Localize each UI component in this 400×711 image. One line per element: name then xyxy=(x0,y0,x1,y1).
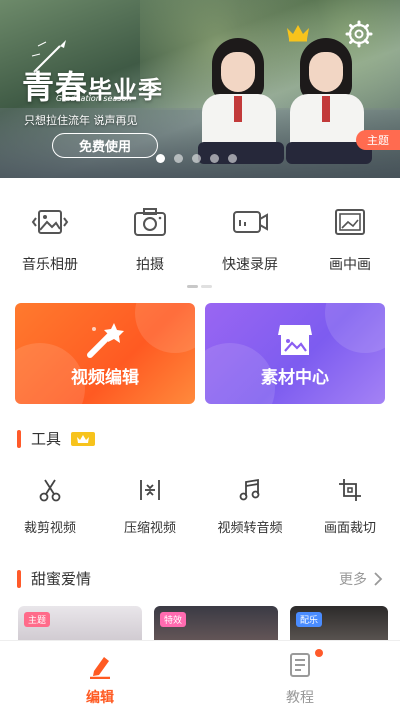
carousel-dot[interactable] xyxy=(210,154,219,163)
banner-english-subtitle: Graduation season xyxy=(56,94,132,103)
sweet-section-header: 甜蜜爱情 xyxy=(17,568,91,589)
sweet-section-title: 甜蜜爱情 xyxy=(31,570,92,588)
quick-label: 画中画 xyxy=(329,257,371,273)
tool-label: 压缩视频 xyxy=(123,521,176,536)
template-tag: 配乐 xyxy=(296,612,323,627)
template-tag: 特效 xyxy=(160,612,187,627)
more-label: 更多 xyxy=(339,572,367,588)
nav-tutorial[interactable]: 教程 xyxy=(200,641,400,711)
quick-pip[interactable]: 画中画 xyxy=(300,196,400,276)
photo-album-icon xyxy=(31,210,69,234)
quick-music-album[interactable]: 音乐相册 xyxy=(0,196,100,276)
quick-label: 快速录屏 xyxy=(222,257,278,273)
section-marker xyxy=(17,429,21,448)
magic-wand-icon xyxy=(87,323,124,358)
vip-crown-badge xyxy=(71,431,96,446)
banner-subtitle: 只想拉住流年 说声再见 xyxy=(24,114,138,127)
tools-grid: 裁剪视频 压缩视频 视频转音频 画面裁切 xyxy=(0,477,400,536)
banner-person-right xyxy=(282,38,372,168)
bottom-navigation: 编辑 教程 xyxy=(0,640,400,711)
tutorial-document-icon xyxy=(290,653,310,677)
picture-in-picture-icon xyxy=(335,209,365,235)
tool-label: 视频转音频 xyxy=(217,521,283,536)
quick-page-indicator xyxy=(187,285,212,288)
tool-label: 裁剪视频 xyxy=(23,521,76,536)
notification-dot xyxy=(315,649,323,657)
section-marker xyxy=(17,569,21,588)
quick-shoot[interactable]: 拍摄 xyxy=(100,196,200,276)
tools-section-header: 工具 xyxy=(17,428,96,449)
carousel-dots[interactable] xyxy=(156,154,237,163)
nav-edit-label: 编辑 xyxy=(86,690,114,706)
music-note-icon xyxy=(239,478,260,501)
chevron-right-icon xyxy=(374,572,383,586)
video-edit-label: 视频编辑 xyxy=(71,368,139,388)
crown-vip-icon[interactable] xyxy=(285,22,311,42)
theme-tag: 主题 xyxy=(356,130,400,150)
carousel-dot[interactable] xyxy=(228,154,237,163)
carousel-dot[interactable] xyxy=(174,154,183,163)
banner-person-left xyxy=(194,38,284,168)
screen-record-icon xyxy=(233,211,268,233)
compress-icon xyxy=(140,480,160,500)
tool-label: 画面裁切 xyxy=(323,521,376,536)
nav-tutorial-label: 教程 xyxy=(286,690,314,706)
material-center-card[interactable]: 素材中心 xyxy=(205,303,385,404)
carousel-dot[interactable] xyxy=(156,154,165,163)
tool-cut-video[interactable]: 裁剪视频 xyxy=(0,477,100,536)
nav-edit[interactable]: 编辑 xyxy=(0,641,200,711)
tools-section-title: 工具 xyxy=(31,430,62,448)
tool-video-to-audio[interactable]: 视频转音频 xyxy=(200,477,300,536)
tool-compress-video[interactable]: 压缩视频 xyxy=(100,477,200,536)
camera-icon xyxy=(134,208,166,236)
material-center-label: 素材中心 xyxy=(261,368,329,388)
quick-actions: 音乐相册 拍摄 快速录屏 画中画 xyxy=(0,196,400,276)
quick-screen-record[interactable]: 快速录屏 xyxy=(200,196,300,276)
crop-icon xyxy=(339,479,361,501)
free-use-button[interactable]: 免费使用 xyxy=(52,133,158,158)
scissors-icon xyxy=(39,479,61,502)
carousel-dot[interactable] xyxy=(192,154,201,163)
crown-icon xyxy=(77,434,90,443)
tool-crop-frame[interactable]: 画面裁切 xyxy=(300,477,400,536)
quick-label: 音乐相册 xyxy=(22,257,78,273)
hero-banner[interactable]: 青春毕业季 Graduation season 只想拉住流年 说声再见 免费使用… xyxy=(0,0,400,178)
edit-pen-icon xyxy=(90,657,110,679)
store-icon xyxy=(278,325,312,355)
quick-label: 拍摄 xyxy=(136,257,164,273)
video-edit-card[interactable]: 视频编辑 xyxy=(15,303,195,404)
more-link[interactable]: 更多 xyxy=(339,569,385,589)
template-tag: 主题 xyxy=(24,612,51,627)
settings-gear-icon[interactable] xyxy=(345,20,373,48)
